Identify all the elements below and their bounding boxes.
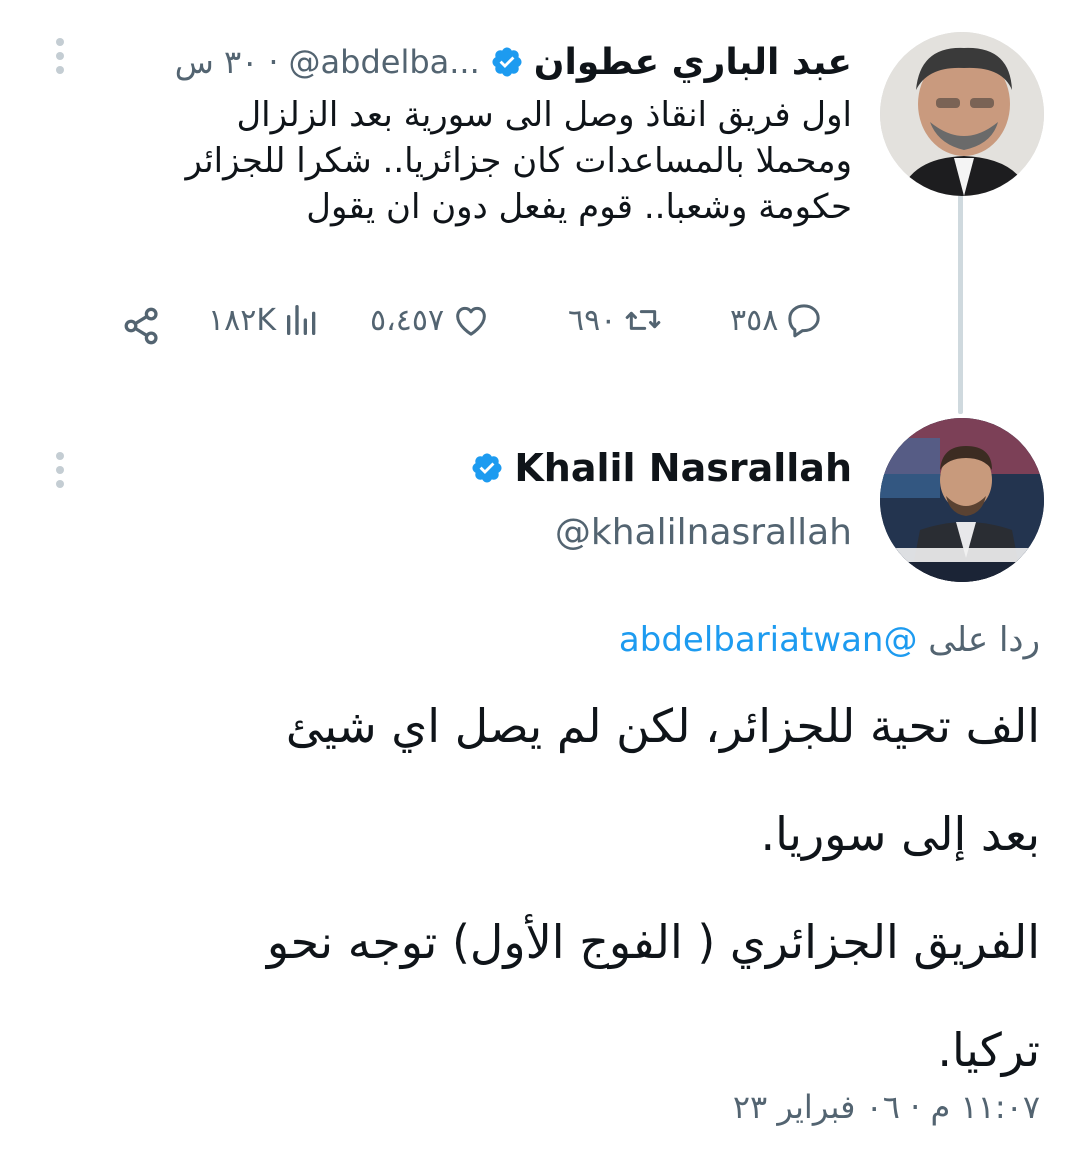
author-name[interactable]: Khalil Nasrallah	[514, 446, 852, 490]
like-count: ٥،٤٥٧	[370, 302, 445, 338]
more-options-icon[interactable]	[54, 452, 66, 494]
tweet-line: الفريق الجزائري ( الفوج الأول) توجه نحو	[266, 915, 1040, 969]
retweet-button[interactable]: ٦٩٠	[568, 300, 664, 340]
heart-icon	[456, 306, 486, 336]
author-handle[interactable]: @abdelba...	[289, 43, 480, 81]
tweet-time[interactable]: ٣٠ س	[175, 43, 259, 81]
verified-badge-icon	[492, 47, 522, 77]
reply-button[interactable]: ٣٥٨	[730, 300, 824, 340]
views-icon	[287, 305, 316, 335]
tweet-line: اول فريق انقاذ وصل الى سورية بعد الزلزال	[236, 95, 852, 135]
reply-mention-link[interactable]: @abdelbariatwan	[619, 620, 918, 660]
tweet-body: اول فريق انقاذ وصل الى سورية بعد الزلزال…	[92, 92, 852, 230]
tweet-line: حكومة وشعبا.. قوم يفعل دون ان يقول	[306, 187, 852, 227]
reply-icon	[788, 304, 821, 338]
verified-badge-icon	[472, 453, 502, 483]
reply-prefix: ردا على	[928, 620, 1040, 660]
tweet-line: ومحملا بالمساعدات كان جزائريا.. شكرا للج…	[185, 141, 852, 181]
retweet-icon	[626, 310, 661, 330]
tweet-timestamp[interactable]: ١١:٠٧ م · ٠٦ فبراير ٢٣	[733, 1088, 1040, 1126]
avatar-abdelbari[interactable]	[880, 32, 1044, 196]
tweet-header: عبد الباري عطوان @abdelba... · ٣٠ س	[175, 34, 852, 90]
views-count: ١٨٢K	[208, 302, 277, 338]
avatar-khalil-nasrallah[interactable]	[880, 418, 1044, 582]
like-button[interactable]: ٥،٤٥٧	[370, 300, 492, 340]
share-icon	[124, 307, 158, 345]
views-button[interactable]: ١٨٢K	[208, 300, 322, 340]
tweet-line: الف تحية للجزائر، لكن لم يصل اي شيئ	[285, 699, 1040, 753]
retweet-count: ٦٩٠	[568, 302, 617, 338]
author-name[interactable]: عبد الباري عطوان	[534, 42, 852, 83]
tweet-line: بعد إلى سوريا.	[760, 807, 1040, 861]
thread-connector-line	[958, 194, 963, 414]
author-handle[interactable]: @khalilnasrallah	[555, 512, 852, 553]
reply-tweet-body: الف تحية للجزائر، لكن لم يصل اي شيئ بعد …	[40, 672, 1040, 1104]
more-options-icon[interactable]	[54, 38, 66, 80]
separator-dot: ·	[268, 43, 279, 81]
replying-to-line: ردا على @abdelbariatwan	[619, 620, 1040, 660]
reply-count: ٣٥٨	[730, 302, 779, 338]
reply-author-row: Khalil Nasrallah	[470, 446, 852, 490]
share-button[interactable]	[120, 304, 164, 348]
